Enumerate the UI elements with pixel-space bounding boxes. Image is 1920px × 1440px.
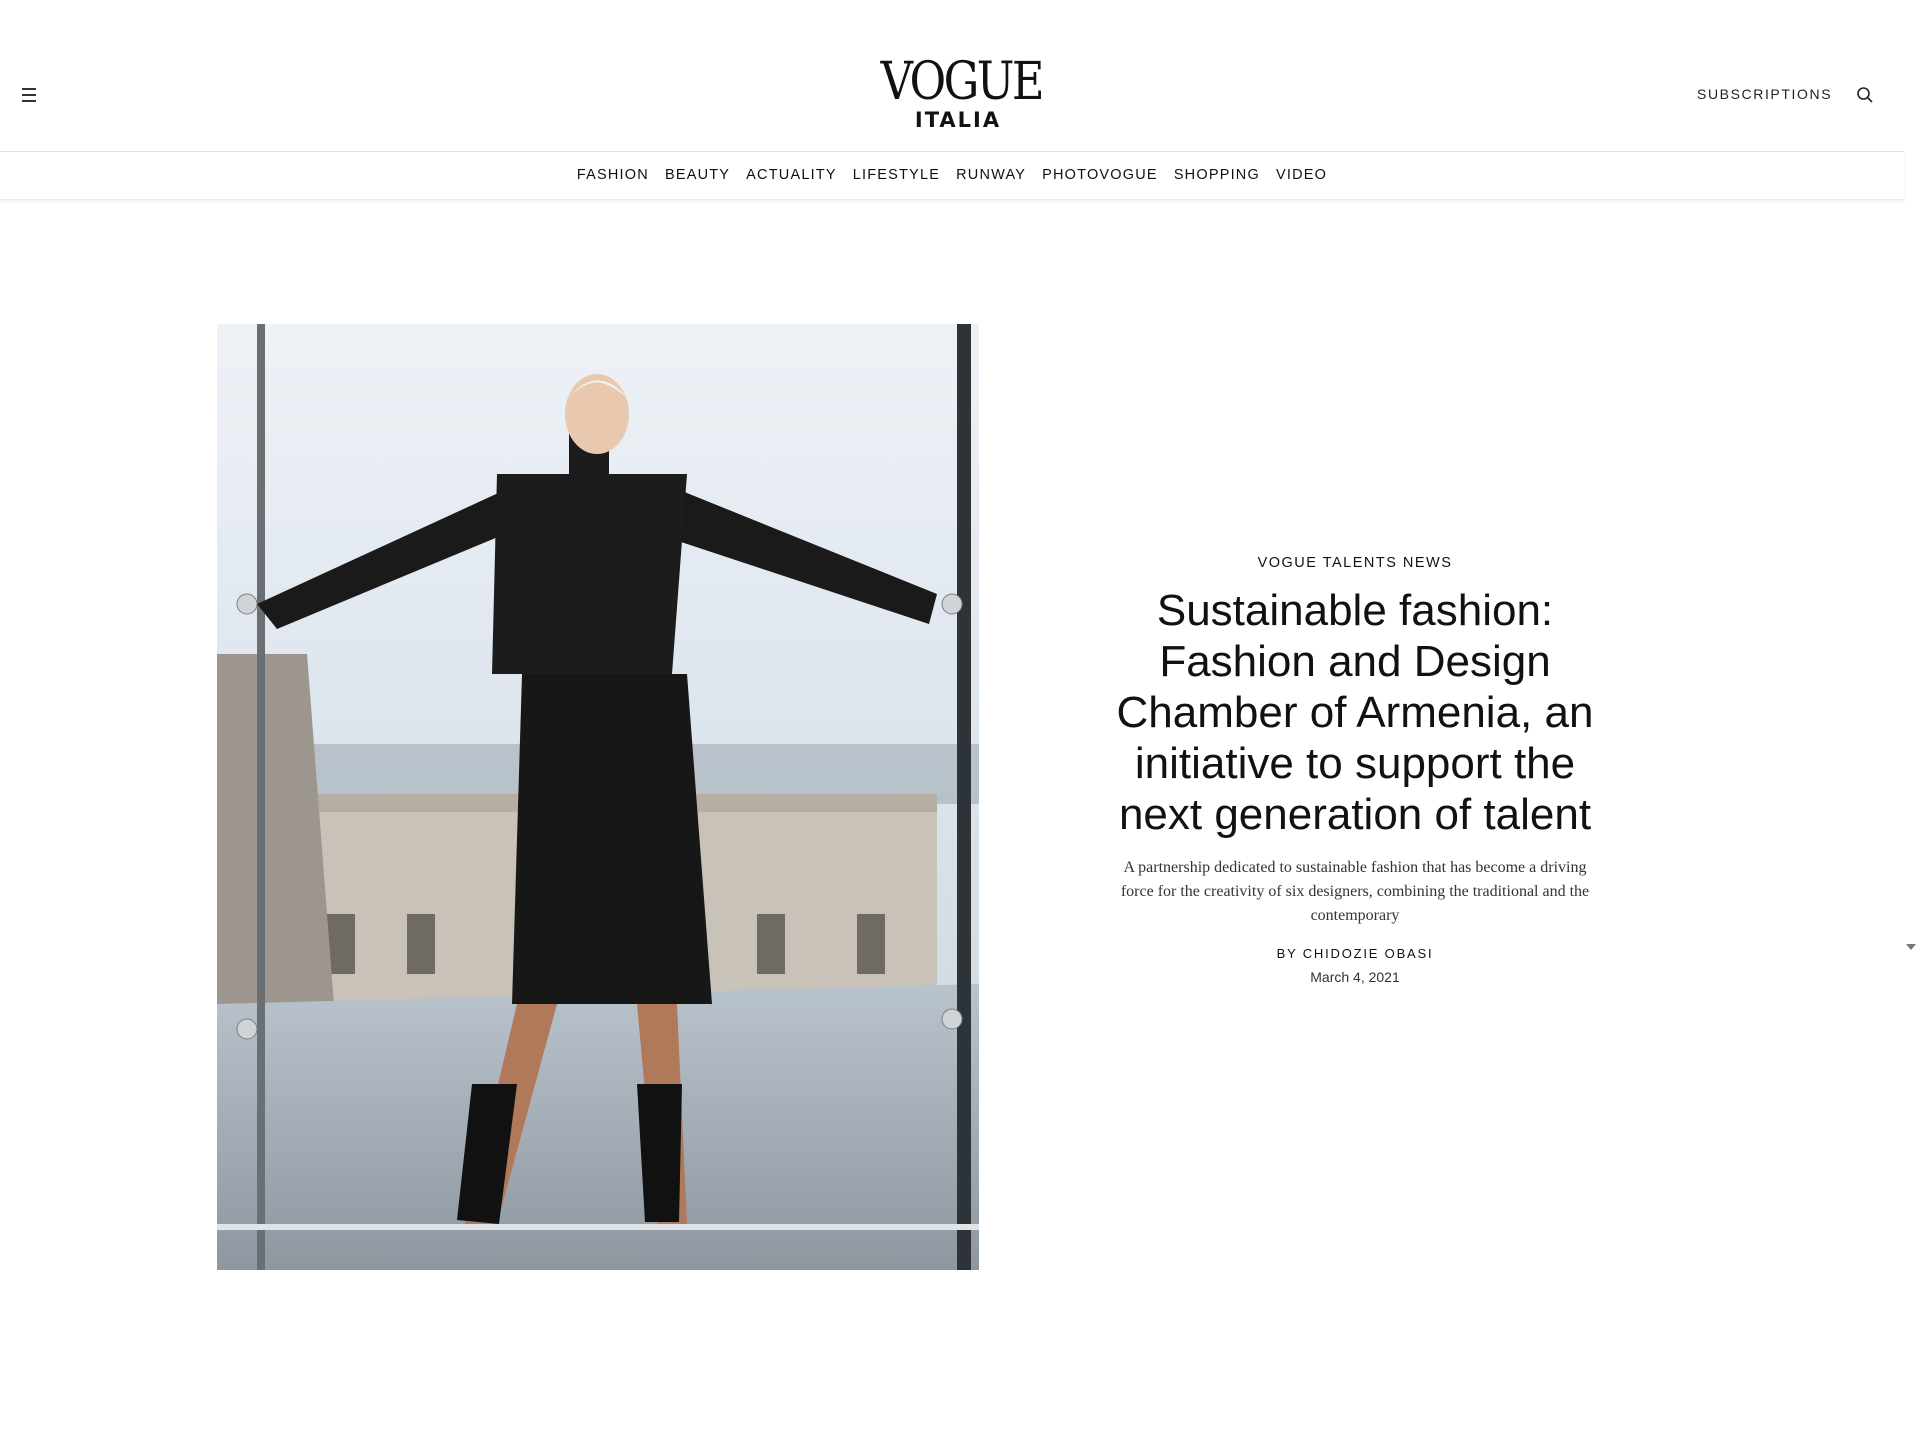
vogue-italia-logo[interactable]: VOGUE ITALIA — [868, 56, 1048, 131]
logo-subtitle: ITALIA — [914, 108, 1002, 132]
article-teaser: VOGUE TALENTS NEWS Sustainable fashion: … — [1110, 555, 1600, 985]
nav-item-photovogue[interactable]: PHOTOVOGUE — [1042, 167, 1158, 183]
nav-item-beauty[interactable]: BEAUTY — [665, 167, 730, 183]
hero-image[interactable] — [217, 324, 979, 1270]
article-byline[interactable]: BY CHIDOZIE OBASI — [1110, 946, 1600, 961]
nav-item-video[interactable]: VIDEO — [1276, 167, 1327, 183]
nav-item-lifestyle[interactable]: LIFESTYLE — [853, 167, 940, 183]
logo-wordmark: VOGUE — [880, 52, 1045, 112]
main-nav: FASHION BEAUTY ACTUALITY LIFESTYLE RUNWA… — [0, 151, 1904, 200]
nav-item-runway[interactable]: RUNWAY — [956, 167, 1026, 183]
article-headline[interactable]: Sustainable fashion: Fashion and Design … — [1110, 585, 1600, 840]
article-rubric[interactable]: VOGUE TALENTS NEWS — [1110, 555, 1600, 571]
search-icon[interactable] — [1856, 86, 1874, 104]
article-date: March 4, 2021 — [1310, 969, 1400, 985]
subscriptions-link[interactable]: SUBSCRIPTIONS — [1697, 86, 1832, 102]
nav-item-fashion[interactable]: FASHION — [577, 167, 649, 183]
nav-item-shopping[interactable]: SHOPPING — [1174, 167, 1260, 183]
hero-photo-illustration — [217, 324, 979, 1270]
article-dek: A partnership dedicated to sustainable f… — [1120, 859, 1590, 924]
site-header: VOGUE ITALIA SUBSCRIPTIONS — [0, 0, 1904, 152]
hamburger-menu-icon[interactable] — [22, 85, 42, 105]
scroll-down-arrow-icon[interactable] — [1906, 944, 1916, 950]
nav-item-actuality[interactable]: ACTUALITY — [746, 167, 837, 183]
